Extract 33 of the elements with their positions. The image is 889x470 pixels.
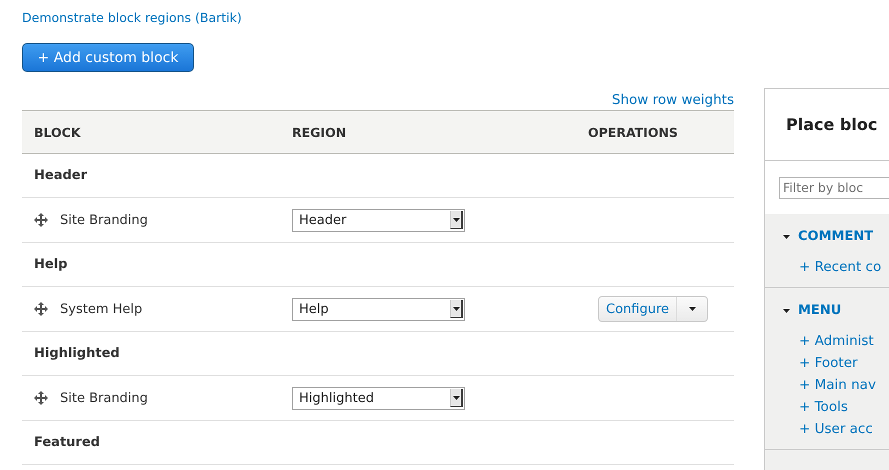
block-name: Site Branding (60, 390, 148, 406)
dropdown-arrow-icon (452, 396, 460, 400)
block-link[interactable]: + Footer (799, 352, 858, 374)
panel-title: Place bloc (785, 115, 878, 134)
drag-handle-icon (34, 213, 48, 227)
show-row-weights-link[interactable]: Show row weights (612, 90, 734, 110)
region-heading: Help (33, 257, 68, 272)
region-select[interactable]: Header (292, 208, 465, 232)
drag-handle-icon (34, 302, 48, 316)
category-toggle[interactable]: MENU (798, 303, 842, 318)
caret-icon (688, 307, 696, 311)
column-header: REGION (291, 124, 346, 140)
block-link[interactable]: + User acc (799, 418, 873, 440)
drag-handle-icon (34, 391, 48, 405)
block-name: System Help (60, 302, 142, 316)
block-name: Site Branding (60, 212, 148, 228)
column-header: BLOCK (33, 124, 81, 140)
region-select[interactable]: Help (292, 298, 465, 320)
add-custom-block-button[interactable]: + Add custom block (22, 43, 194, 72)
filter-field[interactable]: Filter by bloc (779, 176, 889, 198)
region-heading: Highlighted (33, 346, 120, 361)
dropdown-arrow-icon (452, 218, 460, 222)
block-link[interactable]: + Recent co (799, 256, 882, 278)
category-toggle[interactable]: COMMENT (798, 229, 874, 244)
block-link[interactable]: + Administ (799, 330, 874, 352)
block-link[interactable]: + Tools (799, 396, 848, 418)
column-header: OPERATIONS (587, 124, 678, 140)
region-heading: Header (33, 168, 88, 183)
block-link[interactable]: + Main nav (799, 374, 876, 396)
region-heading: Featured (33, 435, 100, 450)
dropdown-arrow-icon (452, 306, 460, 310)
demonstrate-regions-link[interactable]: Demonstrate block regions (Bartik) (22, 10, 242, 26)
region-select[interactable]: Highlighted (292, 386, 465, 410)
